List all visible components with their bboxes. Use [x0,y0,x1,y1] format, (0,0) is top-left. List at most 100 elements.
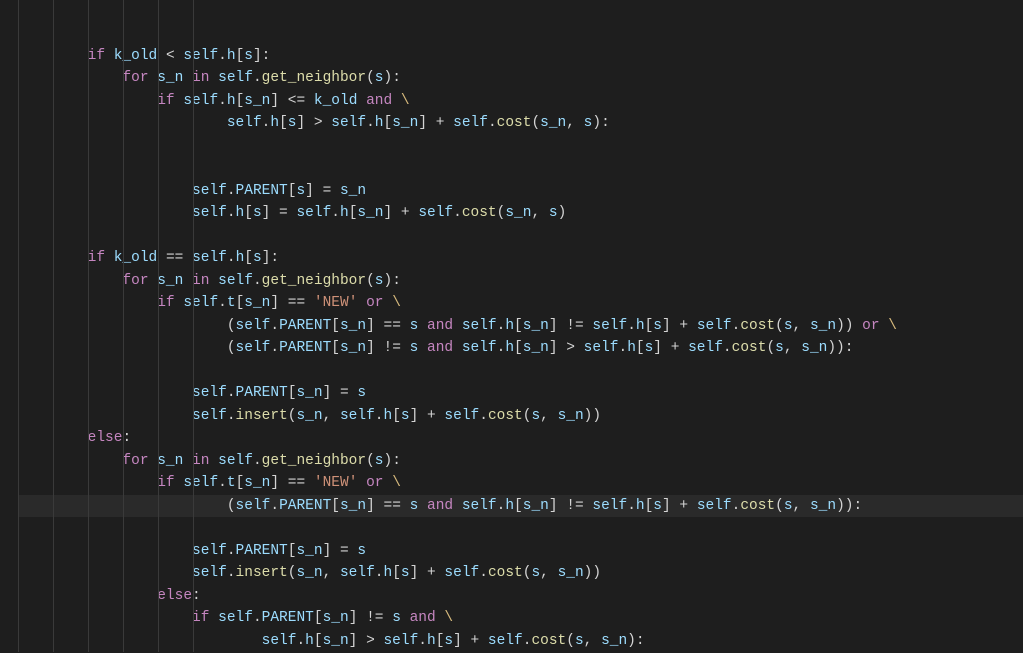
code-line[interactable] [18,157,1023,180]
code-line[interactable]: self.insert(s_n, self.h[s] + self.cost(s… [18,562,1023,585]
token-var: s_n [296,405,322,427]
code-line[interactable]: self.PARENT[s] = s_n [18,180,1023,203]
indent [18,382,192,404]
token-op: , [540,405,557,427]
code-line[interactable] [18,135,1023,158]
token-mem: h [375,112,384,134]
token-op: ] == [270,472,314,494]
token-op: : [122,427,131,449]
code-line[interactable]: (self.PARENT[s_n] != s and self.h[s_n] >… [18,337,1023,360]
token-op: ] != [349,607,393,629]
token-kw: if [88,247,105,269]
code-line[interactable]: (self.PARENT[s_n] == s and self.h[s_n] !… [18,495,1023,518]
token-op: [ [288,540,297,562]
token-op: [ [314,630,323,652]
code-line[interactable] [18,225,1023,248]
token-var: s [531,562,540,584]
token-mem: h [505,337,514,359]
token-var: s [410,315,419,337]
token-op: . [732,495,741,517]
token-fn: cost [488,405,523,427]
code-line[interactable]: self.PARENT[s_n] = s [18,382,1023,405]
token-op: . [331,202,340,224]
token-esc: \ [392,472,401,494]
token-op: [ [645,495,654,517]
indent [18,585,157,607]
token-kw: or [366,472,383,494]
token-op [384,292,393,314]
code-line[interactable]: if self.t[s_n] == 'NEW' or \ [18,292,1023,315]
token-op [149,67,158,89]
token-var: s [410,337,419,359]
token-self: self [418,202,453,224]
code-line[interactable] [18,360,1023,383]
token-self: self [183,472,218,494]
code-line[interactable]: if self.h[s_n] <= k_old and \ [18,90,1023,113]
code-line[interactable]: if self.t[s_n] == 'NEW' or \ [18,472,1023,495]
code-line[interactable]: if k_old == self.h[s]: [18,247,1023,270]
token-mem: h [340,202,349,224]
code-line[interactable]: self.h[s_n] > self.h[s] + self.cost(s, s… [18,630,1023,653]
token-op: , [531,202,548,224]
token-var: s_n [558,405,584,427]
token-op: ] <= [270,90,314,112]
token-mem: t [227,472,236,494]
token-var: s [645,337,654,359]
token-mem: h [236,247,245,269]
code-line[interactable]: for s_n in self.get_neighbor(s): [18,67,1023,90]
code-line[interactable]: else: [18,427,1023,450]
token-self: self [192,202,227,224]
code-line[interactable]: if self.PARENT[s_n] != s and \ [18,607,1023,630]
code-line[interactable]: for s_n in self.get_neighbor(s): [18,450,1023,473]
code-line[interactable]: self.PARENT[s_n] = s [18,540,1023,563]
token-self: self [218,270,253,292]
token-self: self [453,112,488,134]
token-op: . [627,315,636,337]
indent [18,180,192,202]
token-op: ] != [549,315,593,337]
code-line[interactable]: self.insert(s_n, self.h[s] + self.cost(s… [18,405,1023,428]
token-mem: h [636,315,645,337]
token-op: . [453,202,462,224]
token-op: . [375,562,384,584]
token-kw: and [427,315,453,337]
code-line[interactable]: (self.PARENT[s_n] == s and self.h[s_n] !… [18,315,1023,338]
token-op: ( [366,270,375,292]
code-line[interactable]: if k_old < self.h[s]: [18,45,1023,68]
token-var: s_n [296,562,322,584]
code-line[interactable]: self.h[s] > self.h[s_n] + self.cost(s_n,… [18,112,1023,135]
token-op: . [227,247,236,269]
indent [18,247,88,269]
code-line[interactable]: self.h[s] = self.h[s_n] + self.cost(s_n,… [18,202,1023,225]
token-op: ( [288,405,297,427]
token-op [357,90,366,112]
token-kw: else [88,427,123,449]
token-op: , [584,630,601,652]
token-fn: insert [236,562,288,584]
code-line[interactable]: else: [18,585,1023,608]
code-line[interactable]: for s_n in self.get_neighbor(s): [18,270,1023,293]
code-editor[interactable]: if k_old < self.h[s]: for s_n in self.ge… [0,0,1023,652]
token-op: . [270,315,279,337]
token-self: self [462,495,497,517]
token-op: ] > [549,337,584,359]
token-op: . [497,315,506,337]
token-kw: if [192,607,209,629]
indent [18,112,227,134]
token-kw: if [157,472,174,494]
token-op: ): [627,630,644,652]
token-var: s_n [157,450,183,472]
token-op: ( [227,495,236,517]
token-var: s [375,67,384,89]
token-self: self [218,450,253,472]
token-self: self [444,405,479,427]
token-op [401,607,410,629]
code-line[interactable] [18,517,1023,540]
token-self: self [192,180,227,202]
token-mem: h [236,202,245,224]
token-op: ] + [410,405,445,427]
indent [18,90,157,112]
token-var: s_n [357,202,383,224]
token-kw: and [366,90,392,112]
token-op [183,450,192,472]
